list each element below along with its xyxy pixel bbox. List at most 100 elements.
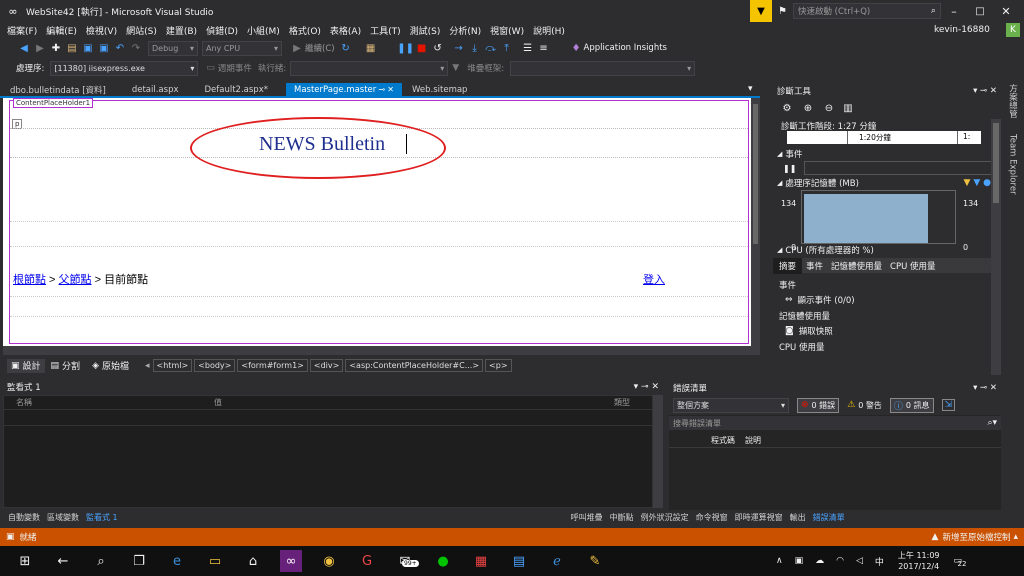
login-link[interactable]: 登入	[643, 271, 665, 287]
quick-launch-input[interactable]: 快速啟動 (Ctrl+Q) ⌕	[792, 3, 941, 19]
tag-crumb-body[interactable]: <body>	[194, 359, 236, 372]
subtab-memory[interactable]: 記憶體使用量	[827, 260, 886, 272]
page-heading[interactable]: NEWS Bulletin	[259, 133, 385, 155]
error-search-input[interactable]: 搜尋錯誤清單 ⌕▾	[669, 416, 1001, 430]
paint-icon[interactable]: ✎	[584, 550, 606, 572]
menu-edit[interactable]: 編輯(E)	[46, 24, 77, 37]
split-view-button[interactable]: ▤ 分割	[45, 359, 87, 373]
tab-websitemap[interactable]: Web.sitemap	[404, 83, 475, 97]
dropdown-icon[interactable]: ▾	[973, 383, 977, 393]
config-select[interactable]: Debug ▾	[148, 40, 198, 56]
watch-scrollbar[interactable]	[653, 395, 663, 508]
onedrive-icon[interactable]: ☁	[815, 556, 824, 566]
back-arrow-icon[interactable]: ←	[52, 550, 74, 572]
back-icon[interactable]: ◀	[17, 41, 31, 55]
timeline-ruler[interactable]: 1:20分鐘 1:	[787, 131, 981, 144]
tab-immediate[interactable]: 即時運算視窗	[735, 512, 783, 523]
save-all-icon[interactable]: ▣	[97, 41, 111, 55]
pin-icon[interactable]: ⊸	[980, 383, 987, 393]
avatar[interactable]: K	[1006, 23, 1020, 37]
menu-team[interactable]: 小組(M)	[247, 24, 280, 37]
pin-icon[interactable]: ⊸	[980, 86, 987, 96]
collapse-icon[interactable]: ◢	[777, 150, 782, 158]
error-scope-select[interactable]: 整個方案 ▾	[673, 397, 789, 413]
cortana-search-icon[interactable]: ⌕	[90, 550, 112, 572]
action-center-icon[interactable]: ▭ 22	[954, 556, 967, 568]
pin-icon[interactable]: ⊸	[378, 85, 385, 94]
menu-table[interactable]: 表格(A)	[330, 24, 361, 37]
tab-default2[interactable]: Default2.aspx*	[197, 83, 276, 97]
pause-icon[interactable]: ❚❚	[397, 41, 414, 55]
watch-col-value[interactable]: 值	[210, 397, 610, 408]
chart-icon[interactable]: ▥	[841, 101, 855, 115]
events-track[interactable]	[804, 161, 993, 175]
collapse-icon[interactable]: ◢	[777, 179, 782, 187]
tag-crumb-html[interactable]: <html>	[152, 359, 193, 372]
ime-indicator[interactable]: 中	[875, 555, 884, 568]
play-icon[interactable]: ▶	[290, 41, 304, 55]
menu-file[interactable]: 檔案(F)	[7, 24, 37, 37]
source-control-button[interactable]: ▲ 新增至原始檔控制 ▴	[932, 531, 1018, 543]
tab-locals[interactable]: 區域變數	[47, 512, 79, 523]
solution-explorer-tab[interactable]: 方案總管	[1007, 84, 1019, 124]
stop-icon[interactable]: ■	[415, 41, 429, 55]
watch-grid[interactable]: 名稱 值 類型	[3, 395, 653, 508]
error-col-code[interactable]: 程式碼	[711, 435, 735, 446]
save-icon[interactable]: ▣	[81, 41, 95, 55]
breadcrumb-parent-link[interactable]: 父節點	[59, 274, 92, 286]
zoom-in-icon[interactable]: ⊕	[801, 101, 815, 115]
new-project-icon[interactable]: ✚	[49, 41, 63, 55]
file-explorer-icon[interactable]: ▭	[204, 550, 226, 572]
step-over-icon[interactable]: ⤼	[484, 41, 498, 55]
dropdown-icon[interactable]: ▾	[973, 86, 977, 96]
watch-new-row[interactable]	[4, 410, 652, 426]
platform-select[interactable]: Any CPU ▾	[202, 40, 282, 56]
menu-window[interactable]: 視窗(W)	[490, 24, 524, 37]
tag-crumb-p[interactable]: <p>	[485, 359, 512, 372]
menu-help[interactable]: 說明(H)	[533, 24, 565, 37]
watch-col-name[interactable]: 名稱	[4, 397, 210, 408]
lifecycle-events[interactable]: 週期事件	[218, 62, 252, 74]
tag-crumb-div[interactable]: <div>	[309, 359, 344, 372]
tray-app-icon[interactable]: ▣	[795, 556, 804, 566]
menu-view[interactable]: 檢視(V)	[86, 24, 117, 37]
memory-chart[interactable]	[801, 190, 956, 244]
mail-icon[interactable]: ✉99+	[394, 550, 419, 572]
process-select[interactable]: [11380] iisexpress.exe ▾	[50, 60, 199, 76]
volume-icon[interactable]: ◁	[856, 556, 863, 566]
settings-icon[interactable]: ⚙	[780, 101, 794, 115]
tab-exception-settings[interactable]: 例外狀況設定	[641, 512, 689, 523]
minimize-button[interactable]: –	[941, 5, 967, 18]
error-col-desc[interactable]: 說明	[745, 435, 761, 446]
maximize-button[interactable]: □	[967, 6, 993, 17]
close-icon[interactable]: ✕	[990, 86, 997, 96]
breadcrumb-root-link[interactable]: 根節點	[13, 274, 46, 286]
refresh-icon[interactable]: ↻	[339, 41, 353, 55]
watch-col-type[interactable]: 類型	[610, 397, 630, 408]
tag-crumb-form[interactable]: <form#form1>	[237, 359, 308, 372]
content-placeholder[interactable]: ContentPlaceHolder1 p NEWS Bulletin 根節點 …	[9, 98, 749, 344]
line-icon[interactable]: ●	[432, 550, 454, 572]
subtab-events[interactable]: 事件	[802, 260, 827, 272]
feedback-icon[interactable]: ▼	[750, 0, 772, 22]
memory-section[interactable]: ◢ 處理序記憶體 (MB) ▼ ▼ ●	[773, 176, 1001, 190]
design-surface[interactable]: ContentPlaceHolder1 p NEWS Bulletin 根節點 …	[3, 98, 760, 346]
tab-overflow-icon[interactable]: ▾	[748, 84, 753, 94]
forward-icon[interactable]: ▶	[33, 41, 47, 55]
bookmark-icon[interactable]: ☰	[521, 41, 535, 55]
step-into-icon[interactable]: ⤓	[468, 41, 482, 55]
thread-select[interactable]: ▾	[290, 60, 449, 76]
filter-icon[interactable]: ▼	[452, 63, 459, 73]
close-icon[interactable]: ✕	[651, 382, 659, 392]
close-button[interactable]: ✕	[993, 5, 1019, 18]
step-icon[interactable]: →	[452, 41, 466, 55]
media-icon[interactable]: ◉	[318, 550, 340, 572]
events-section[interactable]: ◢ 事件	[773, 148, 1001, 160]
filter-icon[interactable]: ⇲	[941, 399, 956, 411]
collapse-icon[interactable]: ◢	[777, 246, 782, 254]
stackframe-select[interactable]: ▾	[510, 60, 696, 76]
menu-test[interactable]: 測試(S)	[410, 24, 441, 37]
zoom-out-icon[interactable]: ⊖	[822, 101, 836, 115]
dropdown-icon[interactable]: ▾	[634, 382, 639, 392]
menu-tools[interactable]: 工具(T)	[370, 24, 401, 37]
